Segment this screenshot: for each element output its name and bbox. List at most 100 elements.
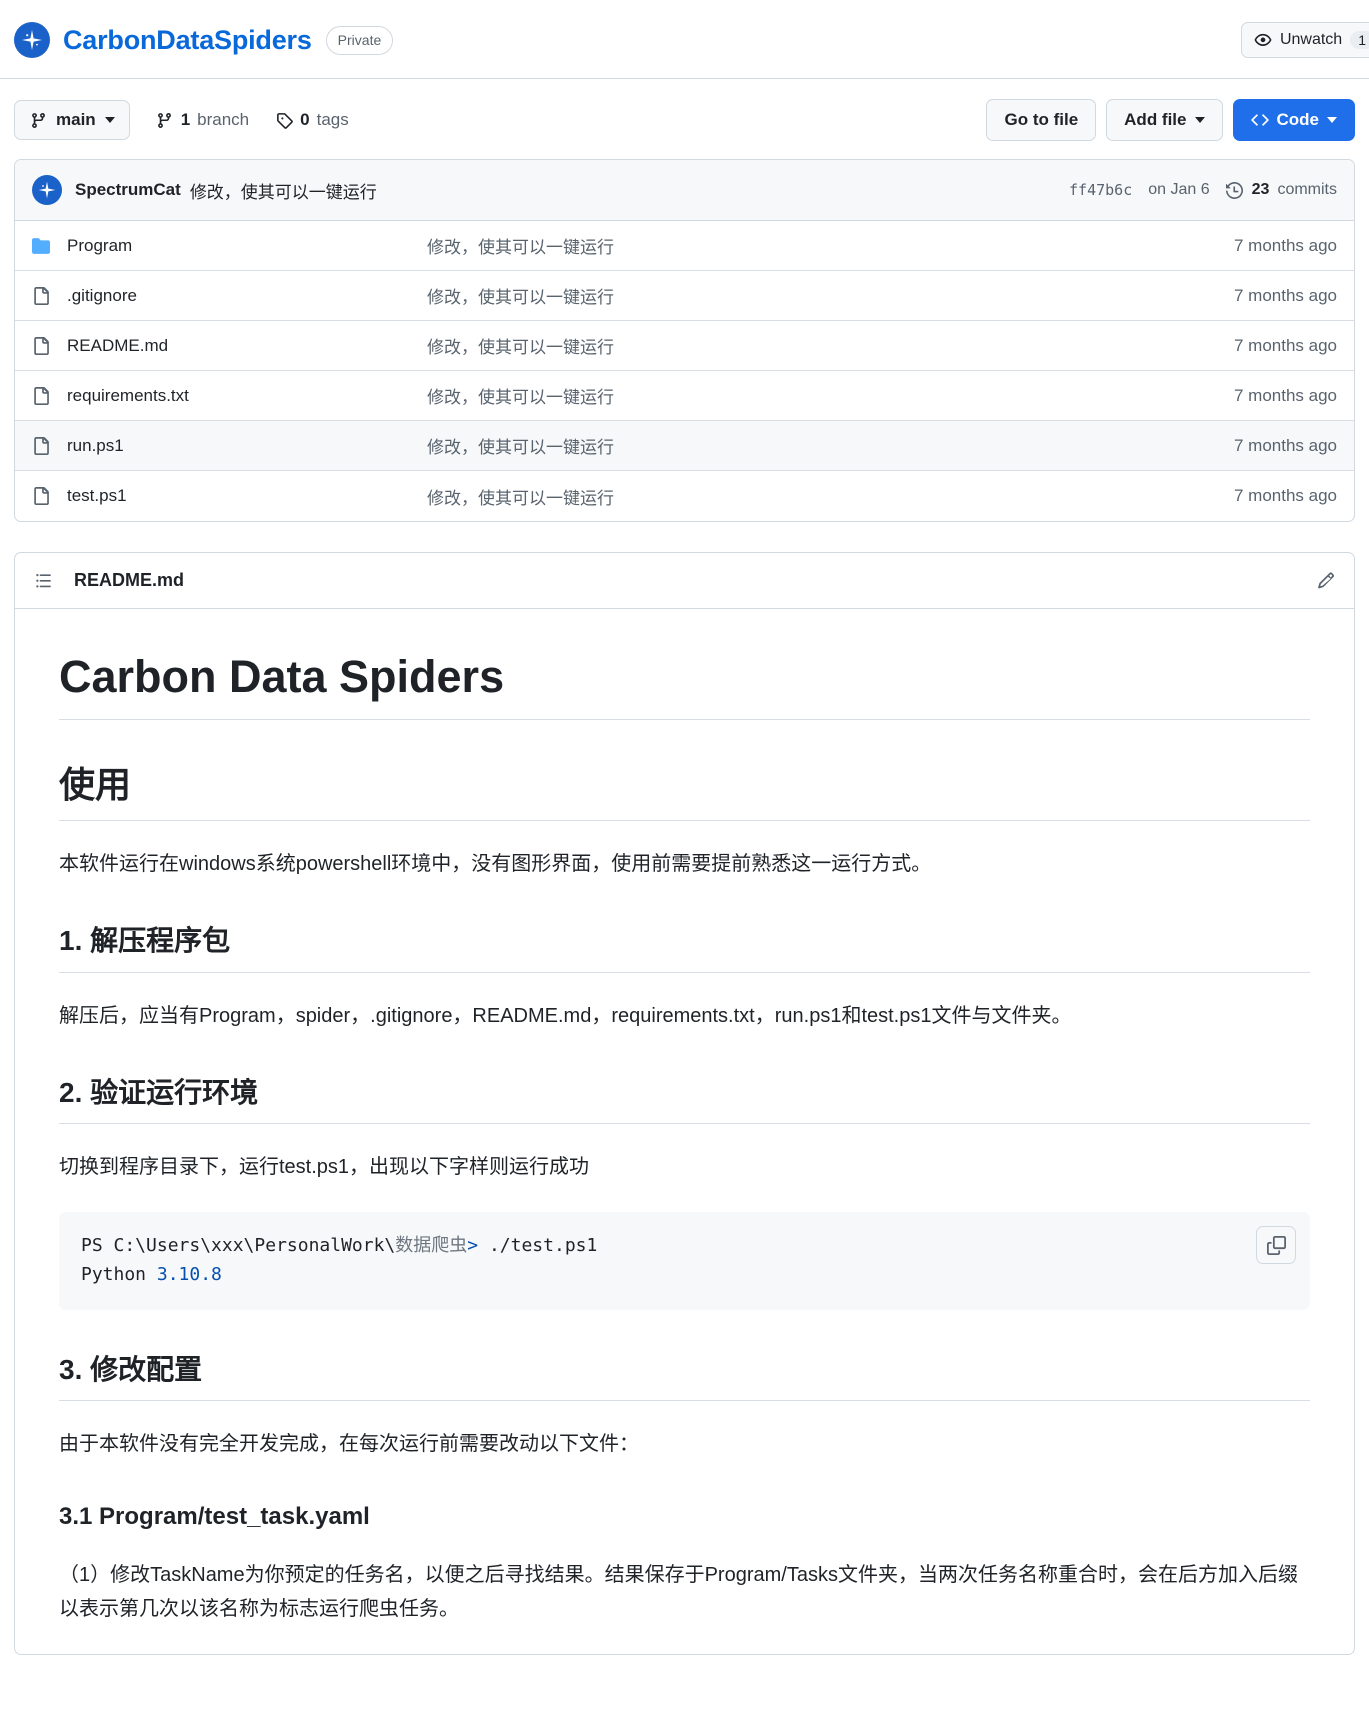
code-button[interactable]: Code xyxy=(1232,99,1355,141)
readme-h1: Carbon Data Spiders xyxy=(59,649,1310,721)
file-commit-message[interactable]: 修改，使其可以一键运行 xyxy=(427,333,1234,358)
file-commit-message[interactable]: 修改，使其可以一键运行 xyxy=(427,433,1234,458)
code-line-1-path-cjk: 数据爬虫 xyxy=(395,1235,468,1257)
readme-p-step2: 切换到程序目录下，运行test.ps1，出现以下字样则运行成功 xyxy=(59,1156,590,1179)
file-commit-time: 7 months ago xyxy=(1233,335,1337,355)
add-file-button[interactable]: Add file xyxy=(1106,99,1223,141)
branches-label: branch xyxy=(197,110,250,129)
table-row[interactable]: test.ps1 修改，使其可以一键运行 7 months ago xyxy=(15,471,1354,521)
chevron-down-icon xyxy=(1194,117,1205,123)
commit-meta: ff47b6c on Jan 6 23 commits xyxy=(1069,181,1337,199)
file-name[interactable]: Program xyxy=(67,236,132,256)
file-name[interactable]: README.md xyxy=(67,336,168,356)
file-name-cell[interactable]: test.ps1 xyxy=(32,486,427,506)
chevron-down-icon xyxy=(104,117,115,123)
file-name[interactable]: requirements.txt xyxy=(67,386,189,406)
commits-history-link[interactable]: 23 commits xyxy=(1226,181,1337,199)
visibility-badge: Private xyxy=(325,25,394,55)
code-line-1-command: ./test.ps1 xyxy=(478,1235,598,1257)
file-name-cell[interactable]: .gitignore xyxy=(32,286,427,306)
branch-name: main xyxy=(56,110,96,129)
repository-page: CarbonDataSpiders Private Unwatch 1 main… xyxy=(0,0,1369,1656)
code-line-1-prompt: > xyxy=(467,1235,479,1257)
file-name-cell[interactable]: README.md xyxy=(32,336,427,356)
file-commit-message[interactable]: 修改，使其可以一键运行 xyxy=(427,484,1234,509)
file-rows: Program 修改，使其可以一键运行 7 months ago .gitignore… xyxy=(15,221,1354,521)
list-unordered-icon[interactable] xyxy=(34,571,52,590)
chevron-down-icon xyxy=(1327,117,1337,123)
file-name-cell[interactable]: run.ps1 xyxy=(32,436,427,456)
file-name-cell[interactable]: requirements.txt xyxy=(32,386,427,406)
file-name[interactable]: run.ps1 xyxy=(67,436,124,456)
readme-p-step3: 由于本软件没有完全开发完成，在每次运行前需要改动以下文件： xyxy=(59,1433,639,1456)
file-commit-message[interactable]: 修改，使其可以一键运行 xyxy=(427,233,1234,258)
unwatch-label: Unwatch xyxy=(1279,31,1343,48)
table-row[interactable]: requirements.txt 修改，使其可以一键运行 7 months ago xyxy=(15,371,1354,421)
header-actions: Unwatch 1 xyxy=(1240,22,1369,58)
file-commit-time: 7 months ago xyxy=(1233,435,1337,455)
commit-sha[interactable]: ff47b6c xyxy=(1069,181,1132,199)
history-clock-icon xyxy=(1226,181,1244,199)
branches-count: 1 xyxy=(180,110,191,129)
repo-name[interactable]: CarbonDataSpiders xyxy=(63,26,312,54)
table-row[interactable]: .gitignore 修改，使其可以一键运行 7 months ago xyxy=(15,271,1354,321)
tags-link[interactable]: 0 tags xyxy=(275,110,349,130)
file-name-cell[interactable]: Program xyxy=(32,236,427,256)
file-icon xyxy=(32,487,50,505)
tags-label: tags xyxy=(316,110,349,129)
file-commit-message[interactable]: 修改，使其可以一键运行 xyxy=(427,383,1234,408)
readme-p-intro: 本软件运行在windows系统powershell环境中，没有图形界面，使用前需… xyxy=(59,853,932,876)
commits-count-value: 23 xyxy=(1251,181,1270,198)
branch-icon xyxy=(156,112,174,129)
terminal-code-block: PS C:\Users\xxx\PersonalWork\数据爬虫> ./tes… xyxy=(59,1212,1310,1310)
table-row[interactable]: README.md 修改，使其可以一键运行 7 months ago xyxy=(15,321,1354,371)
pencil-icon[interactable] xyxy=(1317,570,1335,591)
file-commit-time: 7 months ago xyxy=(1233,385,1337,405)
tag-icon xyxy=(275,112,293,129)
code-line-2: Python 3.10.8 xyxy=(81,1261,1288,1290)
toolbar-actions: Go to file Add file Code xyxy=(986,99,1355,141)
readme-filename: README.md xyxy=(74,570,185,590)
commit-date: on Jan 6 xyxy=(1148,181,1210,198)
readme-p-step1: 解压后，应当有Program，spider，.gitignore，README.… xyxy=(59,1004,1072,1027)
commit-author[interactable]: SpectrumCat xyxy=(75,180,181,200)
copy-icon[interactable] xyxy=(1256,1226,1296,1265)
repo-toolbar: main 1 branch 0 tags Go to file Add file… xyxy=(0,79,1369,159)
go-to-file-label: Go to file xyxy=(1004,110,1079,129)
unwatch-button[interactable]: Unwatch 1 xyxy=(1240,22,1369,58)
commits-label: commits xyxy=(1277,181,1337,198)
branches-link[interactable]: 1 branch xyxy=(156,110,249,130)
repo-header: CarbonDataSpiders Private Unwatch 1 xyxy=(0,0,1369,78)
table-row[interactable]: run.ps1 修改，使其可以一键运行 7 months ago xyxy=(15,421,1354,471)
commit-message[interactable]: 修改，使其可以一键运行 xyxy=(190,178,377,203)
readme-header: README.md xyxy=(15,553,1354,609)
readme-panel: README.md Carbon Data Spiders 使用 本软件运行在w… xyxy=(14,552,1355,1656)
branch-selector-button[interactable]: main xyxy=(14,100,130,140)
readme-p-step31: （1）修改TaskName为你预定的任务名，以便之后寻找结果。结果保存于Prog… xyxy=(59,1564,1298,1621)
file-commit-time: 7 months ago xyxy=(1233,486,1337,505)
table-row[interactable]: Program 修改，使其可以一键运行 7 months ago xyxy=(15,221,1354,271)
eye-icon xyxy=(1254,31,1272,49)
readme-content: Carbon Data Spiders 使用 本软件运行在windows系统po… xyxy=(15,609,1354,1626)
code-brackets-icon xyxy=(1250,111,1269,129)
go-to-file-button[interactable]: Go to file xyxy=(986,99,1097,141)
readme-h3-step1: 1. 解压程序包 xyxy=(59,923,1310,973)
readme-h2-usage: 使用 xyxy=(59,762,1310,822)
readme-h3-step2: 2. 验证运行环境 xyxy=(59,1075,1310,1125)
file-commit-time: 7 months ago xyxy=(1233,285,1337,305)
file-commit-time: 7 months ago xyxy=(1233,235,1337,255)
file-name[interactable]: test.ps1 xyxy=(67,486,127,506)
code-line-1-prefix: PS C:\Users\xxx\PersonalWork\ xyxy=(81,1235,396,1257)
latest-commit-row: SpectrumCat 修改，使其可以一键运行 ff47b6c on Jan 6… xyxy=(15,160,1354,221)
code-label: Code xyxy=(1276,110,1320,129)
add-file-label: Add file xyxy=(1124,110,1187,129)
repo-owner-avatar[interactable] xyxy=(14,22,50,58)
code-line-2-prefix: Python xyxy=(81,1263,157,1285)
file-icon xyxy=(32,336,50,355)
file-name[interactable]: .gitignore xyxy=(67,286,137,306)
code-line-1: PS C:\Users\xxx\PersonalWork\数据爬虫> ./tes… xyxy=(81,1232,1288,1261)
file-icon xyxy=(32,436,50,455)
file-commit-message[interactable]: 修改，使其可以一键运行 xyxy=(427,283,1234,308)
commit-author-avatar[interactable] xyxy=(32,175,62,205)
branch-icon xyxy=(29,112,47,129)
